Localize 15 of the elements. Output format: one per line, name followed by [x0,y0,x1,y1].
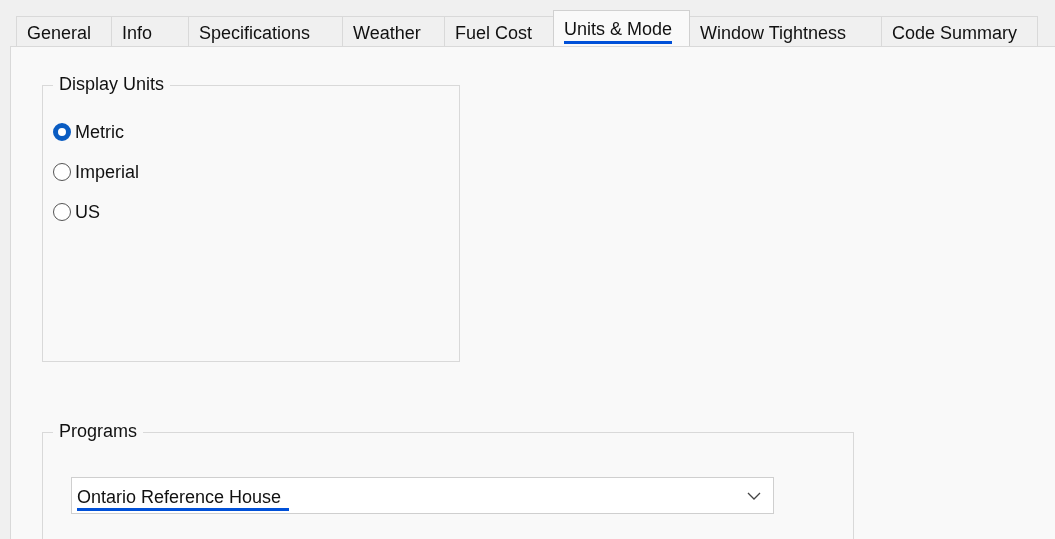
tab[interactable]: Specifications [188,16,343,46]
dropdown[interactable]: Ontario Reference House [71,477,774,514]
chevron-down-icon [747,491,761,500]
group-title: Display Units [53,74,171,95]
radio-label[interactable]: Imperial [75,161,140,183]
radio-button[interactable] [53,203,71,221]
tab[interactable]: Units & Mode [553,10,690,46]
tab[interactable]: Code Summary [881,16,1038,46]
radio-button[interactable] [53,123,71,141]
radio-label[interactable]: US [75,201,100,223]
group-title: Programs [53,421,144,442]
tab[interactable]: Window Tightness [689,16,882,46]
radio-label[interactable]: Metric [75,121,124,143]
tab[interactable]: General [16,16,112,46]
radio-button[interactable] [53,163,71,181]
